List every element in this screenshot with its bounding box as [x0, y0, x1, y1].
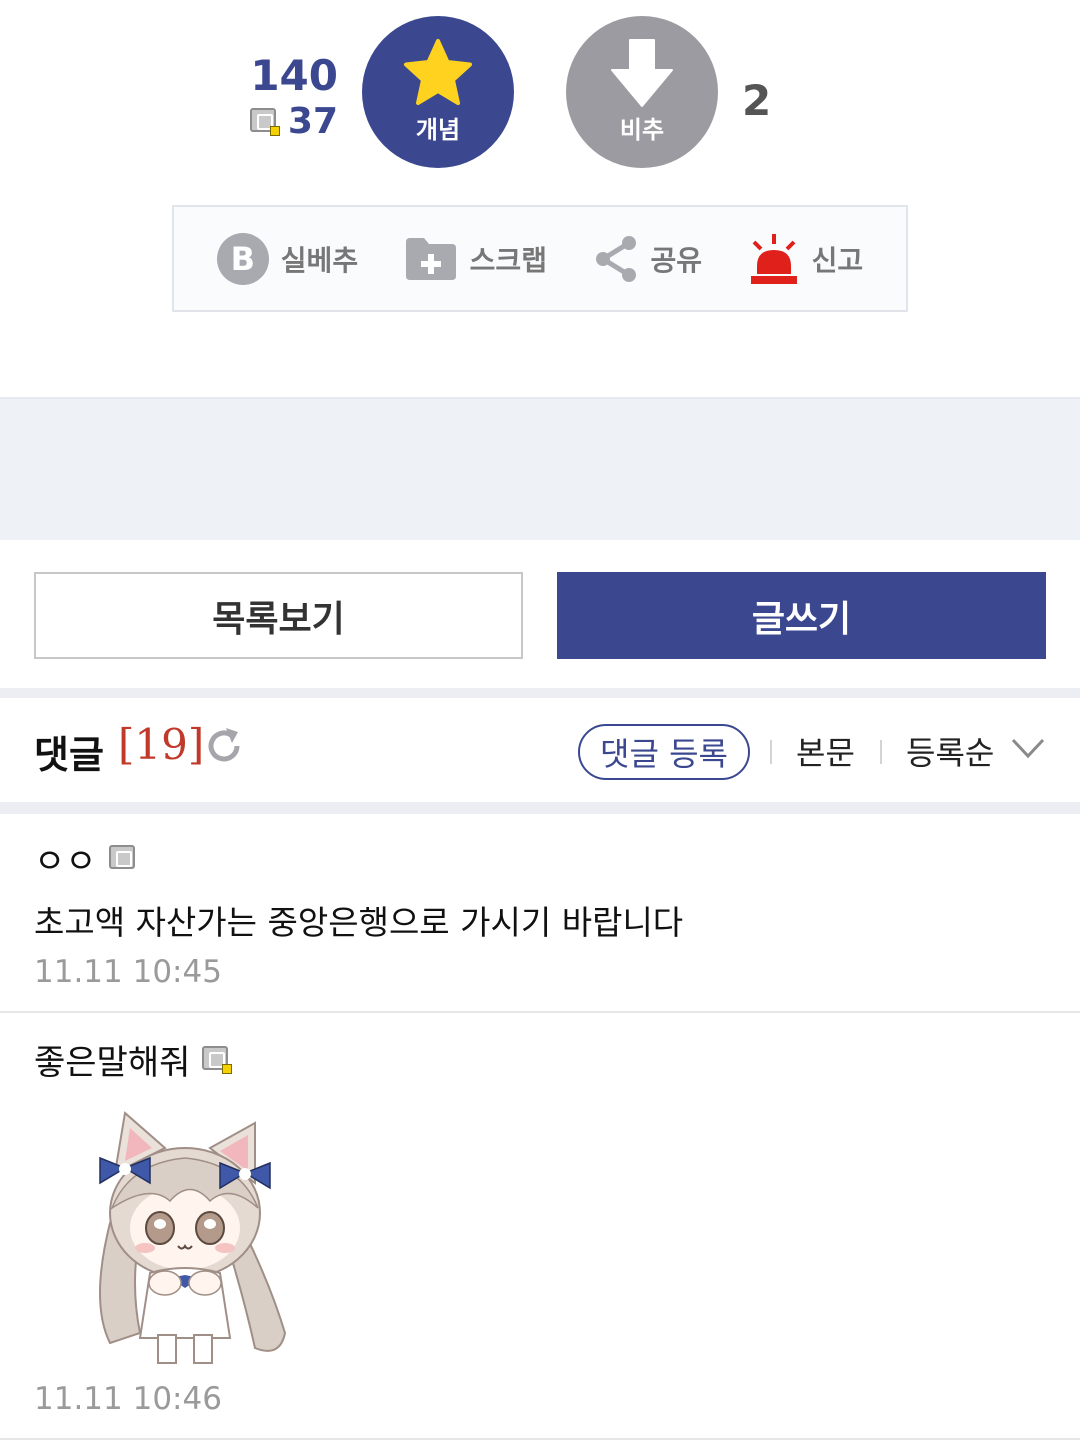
comment-author[interactable]: ㅇㅇ: [34, 834, 97, 883]
comment-author[interactable]: 좋은말해줘: [34, 1035, 190, 1084]
chevron-down-icon[interactable]: [1010, 736, 1046, 760]
write-button[interactable]: 글쓰기: [557, 572, 1046, 659]
scrap-button[interactable]: 스크랩: [404, 236, 547, 282]
comment-time: 11.11 10:45: [34, 954, 222, 990]
star-icon: [404, 39, 472, 105]
report-button[interactable]: 신고: [748, 232, 864, 286]
comment-time: 11.11 10:46: [34, 1381, 222, 1417]
downvote-label: 비추: [619, 116, 665, 144]
divider: [770, 740, 772, 764]
recommend-best-label: 실베추: [280, 243, 359, 277]
recommend-best-button[interactable]: B 실베추: [216, 232, 359, 285]
go-to-body-link[interactable]: 본문: [796, 728, 855, 774]
section-divider: [0, 688, 1080, 698]
upvote-total: 140: [250, 51, 338, 100]
divider: [880, 740, 882, 764]
comment-register-button[interactable]: 댓글 등록: [578, 724, 750, 780]
upvote-button[interactable]: 개념: [362, 16, 514, 168]
action-bar: B 실베추 스크랩 공유 신고: [172, 205, 908, 312]
fixed-user-icon: [249, 108, 280, 136]
comments-count: [19]: [118, 720, 205, 769]
fixed-user-upvotes: 37: [230, 102, 338, 142]
sticker-image: [99, 1111, 287, 1364]
comments-title: 댓글: [34, 733, 104, 777]
upvote-counts: 140 37: [230, 52, 338, 142]
scrap-label: 스크랩: [469, 243, 547, 277]
share-icon: [595, 235, 636, 282]
arrow-down-icon: [611, 39, 673, 107]
downvote-button[interactable]: 비추: [566, 16, 718, 168]
siren-icon: [750, 233, 797, 284]
vote-area: 140 37 개념 비추 2: [0, 0, 1080, 190]
refresh-icon[interactable]: [204, 726, 244, 766]
sort-order-select[interactable]: 등록순: [906, 728, 994, 774]
comment-item: 좋은말해줘 11.11 10:46: [0, 1015, 1080, 1440]
comment-text: 초고액 자산가는 중앙은행으로 가시기 바랍니다: [34, 903, 684, 942]
fixed-upvote-count: 37: [287, 101, 338, 142]
upvote-label: 개념: [415, 116, 461, 144]
downvote-count: 2: [742, 76, 772, 125]
gallog-icon[interactable]: [108, 844, 139, 873]
comment-item: ㅇㅇ 초고액 자산가는 중앙은행으로 가시기 바랍니다 11.11 10:45: [0, 814, 1080, 1013]
folder-plus-icon: [405, 237, 456, 280]
fixed-user-icon[interactable]: [202, 1045, 233, 1074]
share-button[interactable]: 공유: [593, 234, 703, 284]
comments-header: 댓글 [19] 댓글 등록 본문 등록순: [0, 698, 1080, 804]
ad-space: [0, 397, 1080, 540]
b-icon: B: [216, 232, 269, 285]
section-divider: [0, 802, 1080, 814]
share-label: 공유: [650, 243, 703, 277]
list-button[interactable]: 목록보기: [34, 572, 523, 659]
report-label: 신고: [811, 243, 864, 277]
